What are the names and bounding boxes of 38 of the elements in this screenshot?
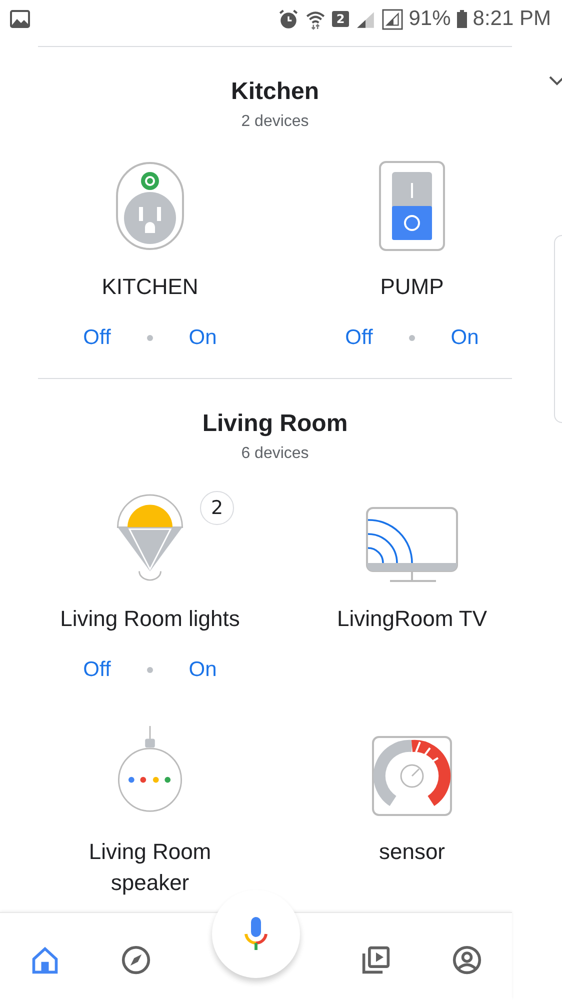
on-button[interactable]: On: [186, 322, 219, 354]
off-button[interactable]: Off: [343, 322, 375, 354]
sim-badge: 2: [332, 11, 349, 27]
compass-icon[interactable]: [121, 944, 152, 974]
device-name: KITCHEN: [102, 273, 198, 301]
alarm-icon: [278, 8, 300, 30]
clock-time: 8:21 PM: [472, 7, 551, 31]
room-title: Kitchen: [230, 77, 319, 107]
separator-dot: [146, 667, 153, 673]
gallery-icon: [10, 10, 30, 28]
off-button[interactable]: Off: [81, 322, 113, 354]
device-count: 6 devices: [241, 444, 309, 464]
wifi-icon: [305, 8, 326, 30]
separator-dot: [408, 335, 415, 341]
home-icon[interactable]: [30, 944, 60, 974]
device-name: Living Room speaker: [88, 838, 212, 897]
device-count: 2 devices: [241, 112, 309, 132]
on-button[interactable]: On: [448, 322, 481, 354]
on-button[interactable]: On: [186, 654, 219, 686]
microphone-icon: [244, 916, 268, 950]
account-icon[interactable]: [452, 944, 482, 974]
group-count-badge: 2: [200, 491, 234, 525]
gauge-icon[interactable]: [372, 736, 452, 816]
off-button[interactable]: Off: [81, 654, 113, 686]
battery-percent: 91%: [408, 7, 451, 31]
device-name: sensor: [378, 838, 446, 866]
separator-dot: [146, 335, 153, 341]
chevron-down-icon[interactable]: [549, 76, 562, 86]
battery-icon: [456, 10, 467, 28]
light-switch-icon[interactable]: [377, 161, 447, 251]
signal-icon: [382, 8, 403, 30]
device-name: LivingRoom TV: [337, 605, 487, 633]
light-bulb-icon[interactable]: [115, 493, 185, 583]
device-name: PUMP: [380, 273, 444, 301]
room-title: Living Room: [202, 409, 348, 439]
media-library-icon[interactable]: [360, 944, 391, 974]
tv-cast-icon[interactable]: [366, 507, 458, 583]
device-name: Living Room lights: [60, 605, 240, 633]
